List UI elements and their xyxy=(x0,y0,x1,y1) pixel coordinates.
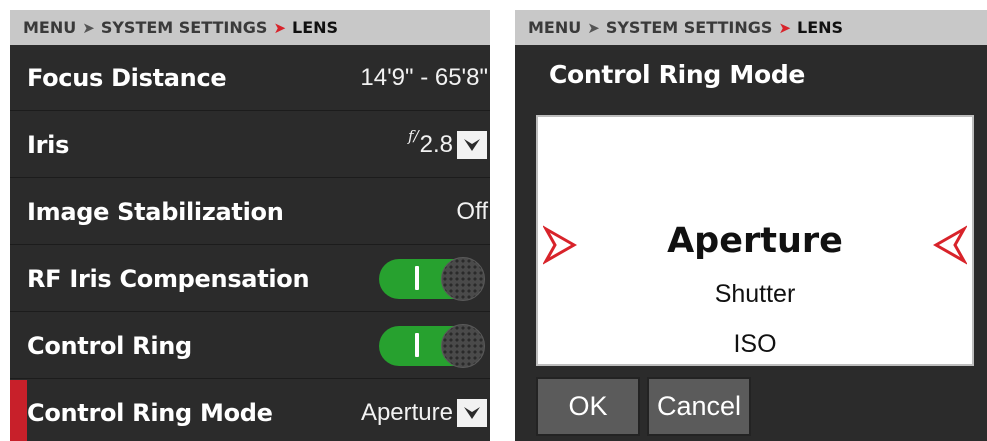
chevron-down-icon xyxy=(464,407,480,419)
control-ring-label: Control Ring xyxy=(27,331,192,360)
image-stabilization-value: Off xyxy=(456,197,488,225)
iris-dropdown-button[interactable] xyxy=(457,130,487,159)
iris-label: Iris xyxy=(27,130,70,159)
control-ring-toggle[interactable] xyxy=(379,323,485,368)
chevron-right-icon: ➤ xyxy=(778,18,792,37)
breadcrumb-menu[interactable]: MENU xyxy=(528,18,581,37)
control-ring-row: Control Ring xyxy=(10,313,490,379)
control-ring-mode-value-group: Aperture xyxy=(361,399,488,427)
control-ring-mode-dialog: MENU ➤ SYSTEM SETTINGS ➤ LENS Control Ri… xyxy=(515,10,987,441)
iris-row[interactable]: Iris f/ 2.8 xyxy=(10,112,490,178)
control-ring-mode-label: Control Ring Mode xyxy=(27,399,273,427)
breadcrumb: MENU ➤ SYSTEM SETTINGS ➤ LENS xyxy=(10,10,490,45)
chevron-right-icon: ➤ xyxy=(82,18,95,37)
f-number-symbol: f/ xyxy=(408,126,419,145)
toggle-knob[interactable] xyxy=(441,256,485,301)
option-picker[interactable]: Aperture Shutter ISO xyxy=(536,115,974,366)
control-ring-mode-value: Aperture xyxy=(360,399,453,426)
dialog-title: Control Ring Mode xyxy=(549,60,806,89)
control-ring-mode-row[interactable]: Control Ring Mode Aperture xyxy=(10,380,490,441)
picker-option[interactable]: ISO xyxy=(538,330,972,359)
chevron-right-icon: ➤ xyxy=(273,18,287,37)
breadcrumb-menu[interactable]: MENU xyxy=(23,18,76,37)
control-ring-mode-dropdown-button[interactable] xyxy=(457,399,487,427)
selection-marker xyxy=(10,380,27,441)
breadcrumb: MENU ➤ SYSTEM SETTINGS ➤ LENS xyxy=(515,10,987,45)
rf-iris-compensation-toggle[interactable] xyxy=(379,256,485,301)
lens-settings-panel: MENU ➤ SYSTEM SETTINGS ➤ LENS Focus Dist… xyxy=(10,10,490,441)
focus-distance-row: Focus Distance 14'9" - 65'8" xyxy=(10,45,490,111)
breadcrumb-current: LENS xyxy=(292,18,339,37)
focus-distance-label: Focus Distance xyxy=(27,63,227,92)
picker-option[interactable]: Shutter xyxy=(538,280,972,309)
iris-value: 2.8 xyxy=(419,130,453,158)
picker-option-selected[interactable]: Aperture xyxy=(538,221,972,261)
toggle-knob[interactable] xyxy=(441,323,485,368)
breadcrumb-current: LENS xyxy=(797,18,844,37)
ok-button[interactable]: OK xyxy=(536,377,640,436)
breadcrumb-system-settings[interactable]: SYSTEM SETTINGS xyxy=(101,18,268,37)
focus-distance-value: 14'9" - 65'8" xyxy=(360,63,488,91)
arrow-right-outline-icon[interactable] xyxy=(933,225,967,265)
rf-iris-compensation-label: RF Iris Compensation xyxy=(27,264,310,293)
breadcrumb-system-settings[interactable]: SYSTEM SETTINGS xyxy=(606,18,773,37)
image-stabilization-label: Image Stabilization xyxy=(27,197,284,226)
chevron-right-icon: ➤ xyxy=(587,18,600,37)
cancel-button[interactable]: Cancel xyxy=(647,377,751,436)
iris-value-group: f/ 2.8 xyxy=(408,127,488,159)
toggle-on-indicator xyxy=(415,332,419,357)
toggle-on-indicator xyxy=(415,265,419,290)
rf-iris-compensation-row: RF Iris Compensation xyxy=(10,246,490,312)
image-stabilization-row[interactable]: Image Stabilization Off xyxy=(10,179,490,245)
chevron-down-icon xyxy=(464,138,480,151)
